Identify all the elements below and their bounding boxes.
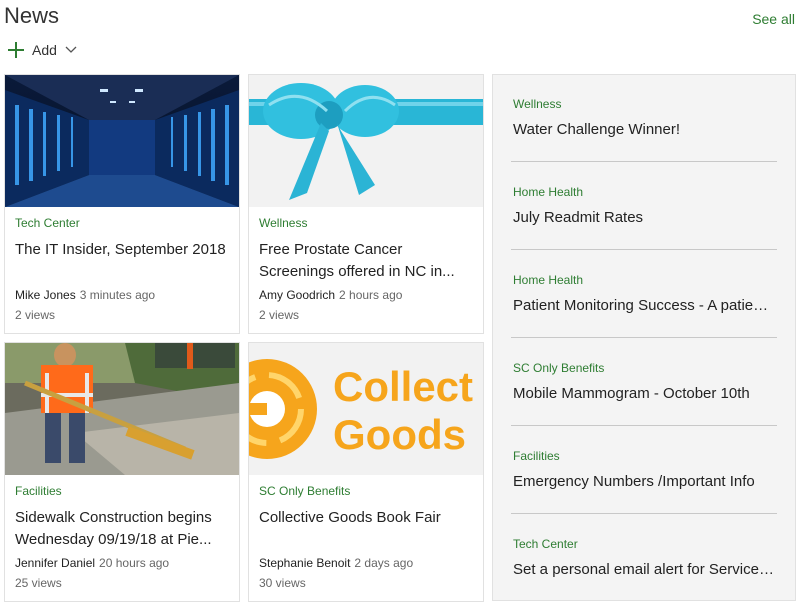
card-meta: Stephanie Benoit 2 days ago xyxy=(259,556,413,570)
divider xyxy=(511,161,777,162)
side-item-title[interactable]: Water Challenge Winner! xyxy=(513,121,775,138)
divider xyxy=(511,513,777,514)
card-views: 2 views xyxy=(259,308,300,322)
card-meta: Amy Goodrich 2 hours ago xyxy=(259,288,402,302)
add-label: Add xyxy=(32,42,57,58)
news-card[interactable]: Wellness Free Prostate Cancer Screenings… xyxy=(248,74,484,334)
news-title: News xyxy=(4,3,60,28)
side-news-item[interactable]: SC Only Benefits Mobile Mammogram - Octo… xyxy=(511,339,777,427)
divider xyxy=(511,249,777,250)
card-author[interactable]: Amy Goodrich xyxy=(259,288,335,302)
side-item-category[interactable]: Home Health xyxy=(513,185,583,199)
card-views: 30 views xyxy=(259,576,306,590)
side-item-title[interactable]: Patient Monitoring Success - A patient s… xyxy=(513,297,775,314)
news-side-list: Wellness Water Challenge Winner! Home He… xyxy=(492,74,796,601)
side-item-title[interactable]: July Readmit Rates xyxy=(513,209,775,226)
card-title[interactable]: Collective Goods Book Fair xyxy=(259,507,477,529)
news-card[interactable]: Tech Center The IT Insider, September 20… xyxy=(4,74,240,334)
side-item-category[interactable]: Wellness xyxy=(513,97,561,111)
side-item-category[interactable]: Home Health xyxy=(513,273,583,287)
construction-worker-image xyxy=(5,343,239,475)
side-news-item[interactable]: Home Health Patient Monitoring Success -… xyxy=(511,251,777,339)
news-card[interactable]: Collect Goods SC Only Benefits Collectiv… xyxy=(248,342,484,602)
collective-goods-logo-image: Collect Goods xyxy=(249,343,483,475)
divider xyxy=(511,337,777,338)
add-button[interactable]: Add xyxy=(8,42,77,58)
card-views: 2 views xyxy=(15,308,56,322)
divider xyxy=(511,425,777,426)
see-all-link[interactable]: See all xyxy=(752,11,795,27)
card-category[interactable]: Wellness xyxy=(259,216,307,230)
side-item-category[interactable]: Tech Center xyxy=(513,537,578,551)
card-category[interactable]: Facilities xyxy=(15,484,62,498)
logo-text-1: Collect xyxy=(333,363,473,410)
card-time: 2 hours ago xyxy=(339,288,403,302)
logo-text-2: Goods xyxy=(333,411,466,458)
news-card[interactable]: Facilities Sidewalk Construction begins … xyxy=(4,342,240,602)
card-time: 20 hours ago xyxy=(99,556,170,570)
side-item-title[interactable]: Emergency Numbers /Important Info xyxy=(513,473,775,490)
card-author[interactable]: Jennifer Daniel xyxy=(15,556,95,570)
side-news-item[interactable]: Tech Center Set a personal email alert f… xyxy=(513,515,775,603)
blue-ribbon-bow-image xyxy=(249,75,483,207)
card-time: 3 minutes ago xyxy=(79,288,156,302)
card-category[interactable]: Tech Center xyxy=(15,216,80,230)
card-title[interactable]: The IT Insider, September 2018 xyxy=(15,239,233,261)
card-category[interactable]: SC Only Benefits xyxy=(259,484,350,498)
card-author[interactable]: Stephanie Benoit xyxy=(259,556,350,570)
side-item-category[interactable]: SC Only Benefits xyxy=(513,361,604,375)
card-time: 2 days ago xyxy=(354,556,414,570)
side-news-item[interactable]: Facilities Emergency Numbers /Important … xyxy=(511,427,777,515)
card-title[interactable]: Sidewalk Construction begins Wednesday 0… xyxy=(15,507,233,551)
server-room-image xyxy=(5,75,239,207)
card-meta: Jennifer Daniel 20 hours ago xyxy=(15,556,169,570)
card-author[interactable]: Mike Jones xyxy=(15,288,76,302)
chevron-down-icon xyxy=(65,46,77,53)
side-item-title[interactable]: Set a personal email alert for Service D… xyxy=(513,561,775,578)
card-meta: Mike Jones 3 minutes ago xyxy=(15,288,155,302)
side-news-item[interactable]: Home Health July Readmit Rates xyxy=(511,163,777,251)
side-item-title[interactable]: Mobile Mammogram - October 10th xyxy=(513,385,775,402)
card-title[interactable]: Free Prostate Cancer Screenings offered … xyxy=(259,239,477,283)
plus-icon xyxy=(8,42,24,58)
card-views: 25 views xyxy=(15,576,62,590)
side-item-category[interactable]: Facilities xyxy=(513,449,560,463)
side-news-item[interactable]: Wellness Water Challenge Winner! xyxy=(511,75,777,163)
